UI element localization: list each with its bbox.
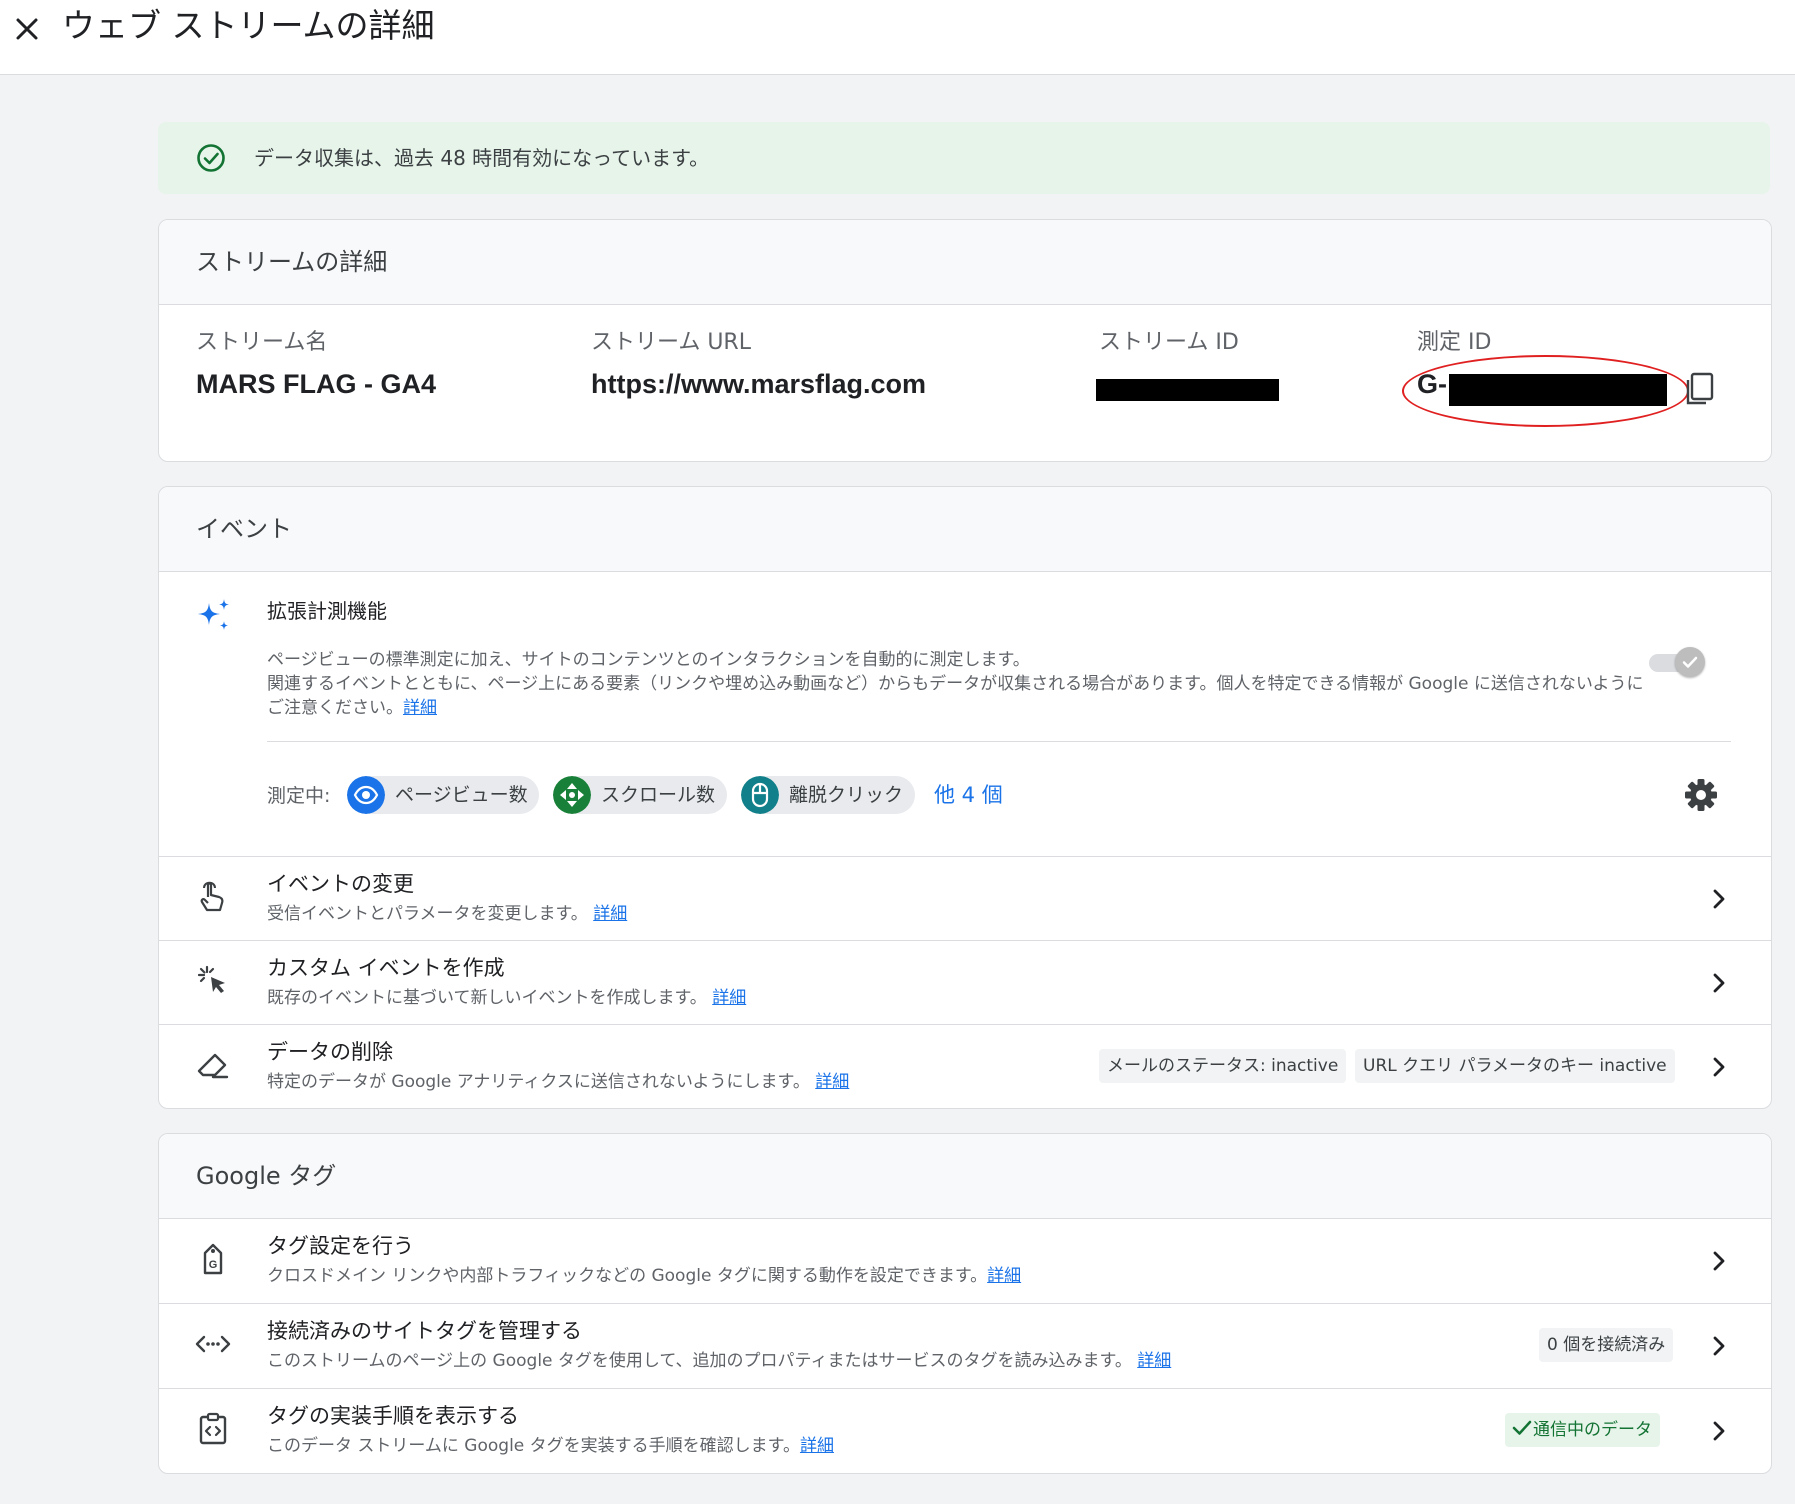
learn-more-link[interactable]: 詳細 xyxy=(815,1072,849,1092)
field-label: ストリーム URL xyxy=(591,330,751,355)
learn-more-link[interactable]: 詳細 xyxy=(403,698,437,718)
card-header: Google タグ xyxy=(159,1134,1771,1219)
check-icon xyxy=(1512,1420,1532,1435)
chip-pageviews[interactable]: ページビュー数 xyxy=(347,776,539,814)
data-flowing-badge: 通信中のデータ xyxy=(1505,1413,1660,1447)
clipboard-code-icon xyxy=(199,1412,227,1445)
desc-line-1: ページビューの標準測定に加え、サイトのコンテンツとのインタラクションを自動的に測… xyxy=(267,650,1030,670)
highlight-oval xyxy=(1402,355,1689,427)
code-icon xyxy=(195,1335,231,1353)
stream-name-value: MARS FLAG - GA4 xyxy=(196,369,436,399)
events-card: イベント 拡張計測機能 ページビューの標準測定に加え、サイトのコンテンツとのイン… xyxy=(158,486,1772,1109)
enhanced-measurement-desc: ページビューの標準測定に加え、サイトのコンテンツとのインタラクションを自動的に測… xyxy=(267,648,1657,720)
enhanced-measurement-toggle[interactable] xyxy=(1649,647,1705,677)
connected-count-badge: 0 個を接続済み xyxy=(1539,1328,1674,1362)
chevron-right-icon xyxy=(1713,1057,1725,1077)
divider xyxy=(267,741,1731,742)
stream-url-value: https://www.marsflag.com xyxy=(591,369,927,399)
top-bar: ウェブ ストリームの詳細 xyxy=(0,0,1795,75)
google-tag-card: Google タグ G タグ設定を行う クロスドメイン リンクや内部トラフィック… xyxy=(158,1133,1772,1474)
email-status-pill: メールのステータス: inactive xyxy=(1099,1049,1347,1083)
row-subtitle: このデータ ストリームに Google タグを実装する手順を確認します。詳細 xyxy=(267,1436,834,1456)
card-title: Google タグ xyxy=(196,1162,337,1190)
row-create-custom-event[interactable]: カスタム イベントを作成 既存のイベントに基づいて新しいイベントを作成します。 … xyxy=(159,940,1771,1025)
url-query-status-pill: URL クエリ パラメータのキー inactive xyxy=(1355,1049,1675,1083)
cursor-click-icon xyxy=(197,965,225,993)
row-subtitle: 受信イベントとパラメータを変更します。 詳細 xyxy=(267,904,628,924)
card-title: イベント xyxy=(196,515,292,543)
stream-id-field: ストリーム ID xyxy=(1099,328,1239,366)
stream-details-card: ストリームの詳細 ストリーム名 MARS FLAG - GA4 ストリーム UR… xyxy=(158,219,1772,462)
learn-more-link[interactable]: 詳細 xyxy=(987,1266,1021,1286)
banner-text: データ収集は、過去 48 時間有効になっています。 xyxy=(254,146,710,170)
desc-line-2: 関連するイベントとともに、ページ上にある要素（リンクや埋め込み動画など）からもデ… xyxy=(267,674,1644,718)
row-subtitle: クロスドメイン リンクや内部トラフィックなどの Google タグに関する動作を… xyxy=(267,1266,1022,1286)
field-label: ストリーム名 xyxy=(196,330,328,355)
row-subtitle: 特定のデータが Google アナリティクスに送信されないようにします。 詳細 xyxy=(267,1072,850,1092)
status-banner: データ収集は、過去 48 時間有効になっています。 xyxy=(158,122,1770,194)
chip-scrolls[interactable]: スクロール数 xyxy=(553,776,727,814)
row-data-deletion[interactable]: データの削除 特定のデータが Google アナリティクスに送信されないようにし… xyxy=(159,1024,1771,1108)
row-title: データの削除 xyxy=(267,1040,393,1064)
row-view-installation[interactable]: タグの実装手順を表示する このデータ ストリームに Google タグを実装する… xyxy=(159,1388,1771,1473)
chip-label: スクロール数 xyxy=(601,784,716,806)
chevron-right-icon xyxy=(1713,889,1725,909)
touch-icon xyxy=(200,881,224,912)
chip-label: 離脱クリック xyxy=(789,784,904,806)
measuring-label: 測定中: xyxy=(267,785,331,807)
row-configure-tag[interactable]: G タグ設定を行う クロスドメイン リンクや内部トラフィックなどの Google… xyxy=(159,1218,1771,1303)
toggle-knob xyxy=(1675,647,1705,677)
learn-more-link[interactable]: 詳細 xyxy=(593,904,627,924)
chip-label: ページビュー数 xyxy=(395,784,528,806)
badge-label: 通信中のデータ xyxy=(1533,1420,1652,1440)
learn-more-link[interactable]: 詳細 xyxy=(1137,1351,1171,1371)
mouse-icon xyxy=(741,776,779,814)
chevron-right-icon xyxy=(1713,1421,1725,1441)
row-title: 接続済みのサイトタグを管理する xyxy=(267,1319,582,1343)
scroll-icon xyxy=(553,776,591,814)
card-title: ストリームの詳細 xyxy=(196,248,388,276)
copy-icon[interactable] xyxy=(1684,371,1718,407)
chevron-right-icon xyxy=(1713,973,1725,993)
eraser-icon xyxy=(197,1053,229,1079)
row-subtitle: このストリームのページ上の Google タグを使用して、追加のプロパティまたは… xyxy=(267,1351,1172,1371)
page-title: ウェブ ストリームの詳細 xyxy=(62,6,435,45)
row-title: イベントの変更 xyxy=(267,872,414,896)
learn-more-link[interactable]: 詳細 xyxy=(800,1436,834,1456)
chevron-right-icon xyxy=(1713,1336,1725,1356)
field-label: ストリーム ID xyxy=(1099,330,1239,355)
card-header: ストリームの詳細 xyxy=(159,220,1771,305)
card-header: イベント xyxy=(159,487,1771,572)
close-icon[interactable] xyxy=(10,6,44,46)
learn-more-link[interactable]: 詳細 xyxy=(712,988,746,1008)
svg-text:G: G xyxy=(209,1259,218,1271)
enhanced-measurement-title: 拡張計測機能 xyxy=(267,599,387,623)
gear-icon[interactable] xyxy=(1681,775,1721,815)
stream-name-field: ストリーム名 MARS FLAG - GA4 xyxy=(196,328,436,402)
chip-outbound-clicks[interactable]: 離脱クリック xyxy=(741,776,915,814)
check-circle-icon xyxy=(197,144,225,172)
row-manage-connected-tags[interactable]: 接続済みのサイトタグを管理する このストリームのページ上の Google タグを… xyxy=(159,1303,1771,1388)
row-title: カスタム イベントを作成 xyxy=(267,956,505,980)
row-modify-events[interactable]: イベントの変更 受信イベントとパラメータを変更します。 詳細 xyxy=(159,856,1771,941)
sparkle-icon xyxy=(198,599,229,630)
redaction-bar xyxy=(1096,379,1279,401)
eye-icon xyxy=(347,776,385,814)
field-label: 測定 ID xyxy=(1417,330,1492,355)
google-tag-icon: G xyxy=(203,1243,223,1275)
check-icon xyxy=(1682,656,1698,668)
row-title: タグ設定を行う xyxy=(267,1234,414,1258)
row-subtitle: 既存のイベントに基づいて新しいイベントを作成します。 詳細 xyxy=(267,988,747,1008)
stream-url-field: ストリーム URL https://www.marsflag.com xyxy=(591,328,926,402)
row-title: タグの実装手順を表示する xyxy=(267,1404,519,1428)
more-events-link[interactable]: 他 4 個 xyxy=(934,780,1003,810)
chevron-right-icon xyxy=(1713,1251,1725,1271)
